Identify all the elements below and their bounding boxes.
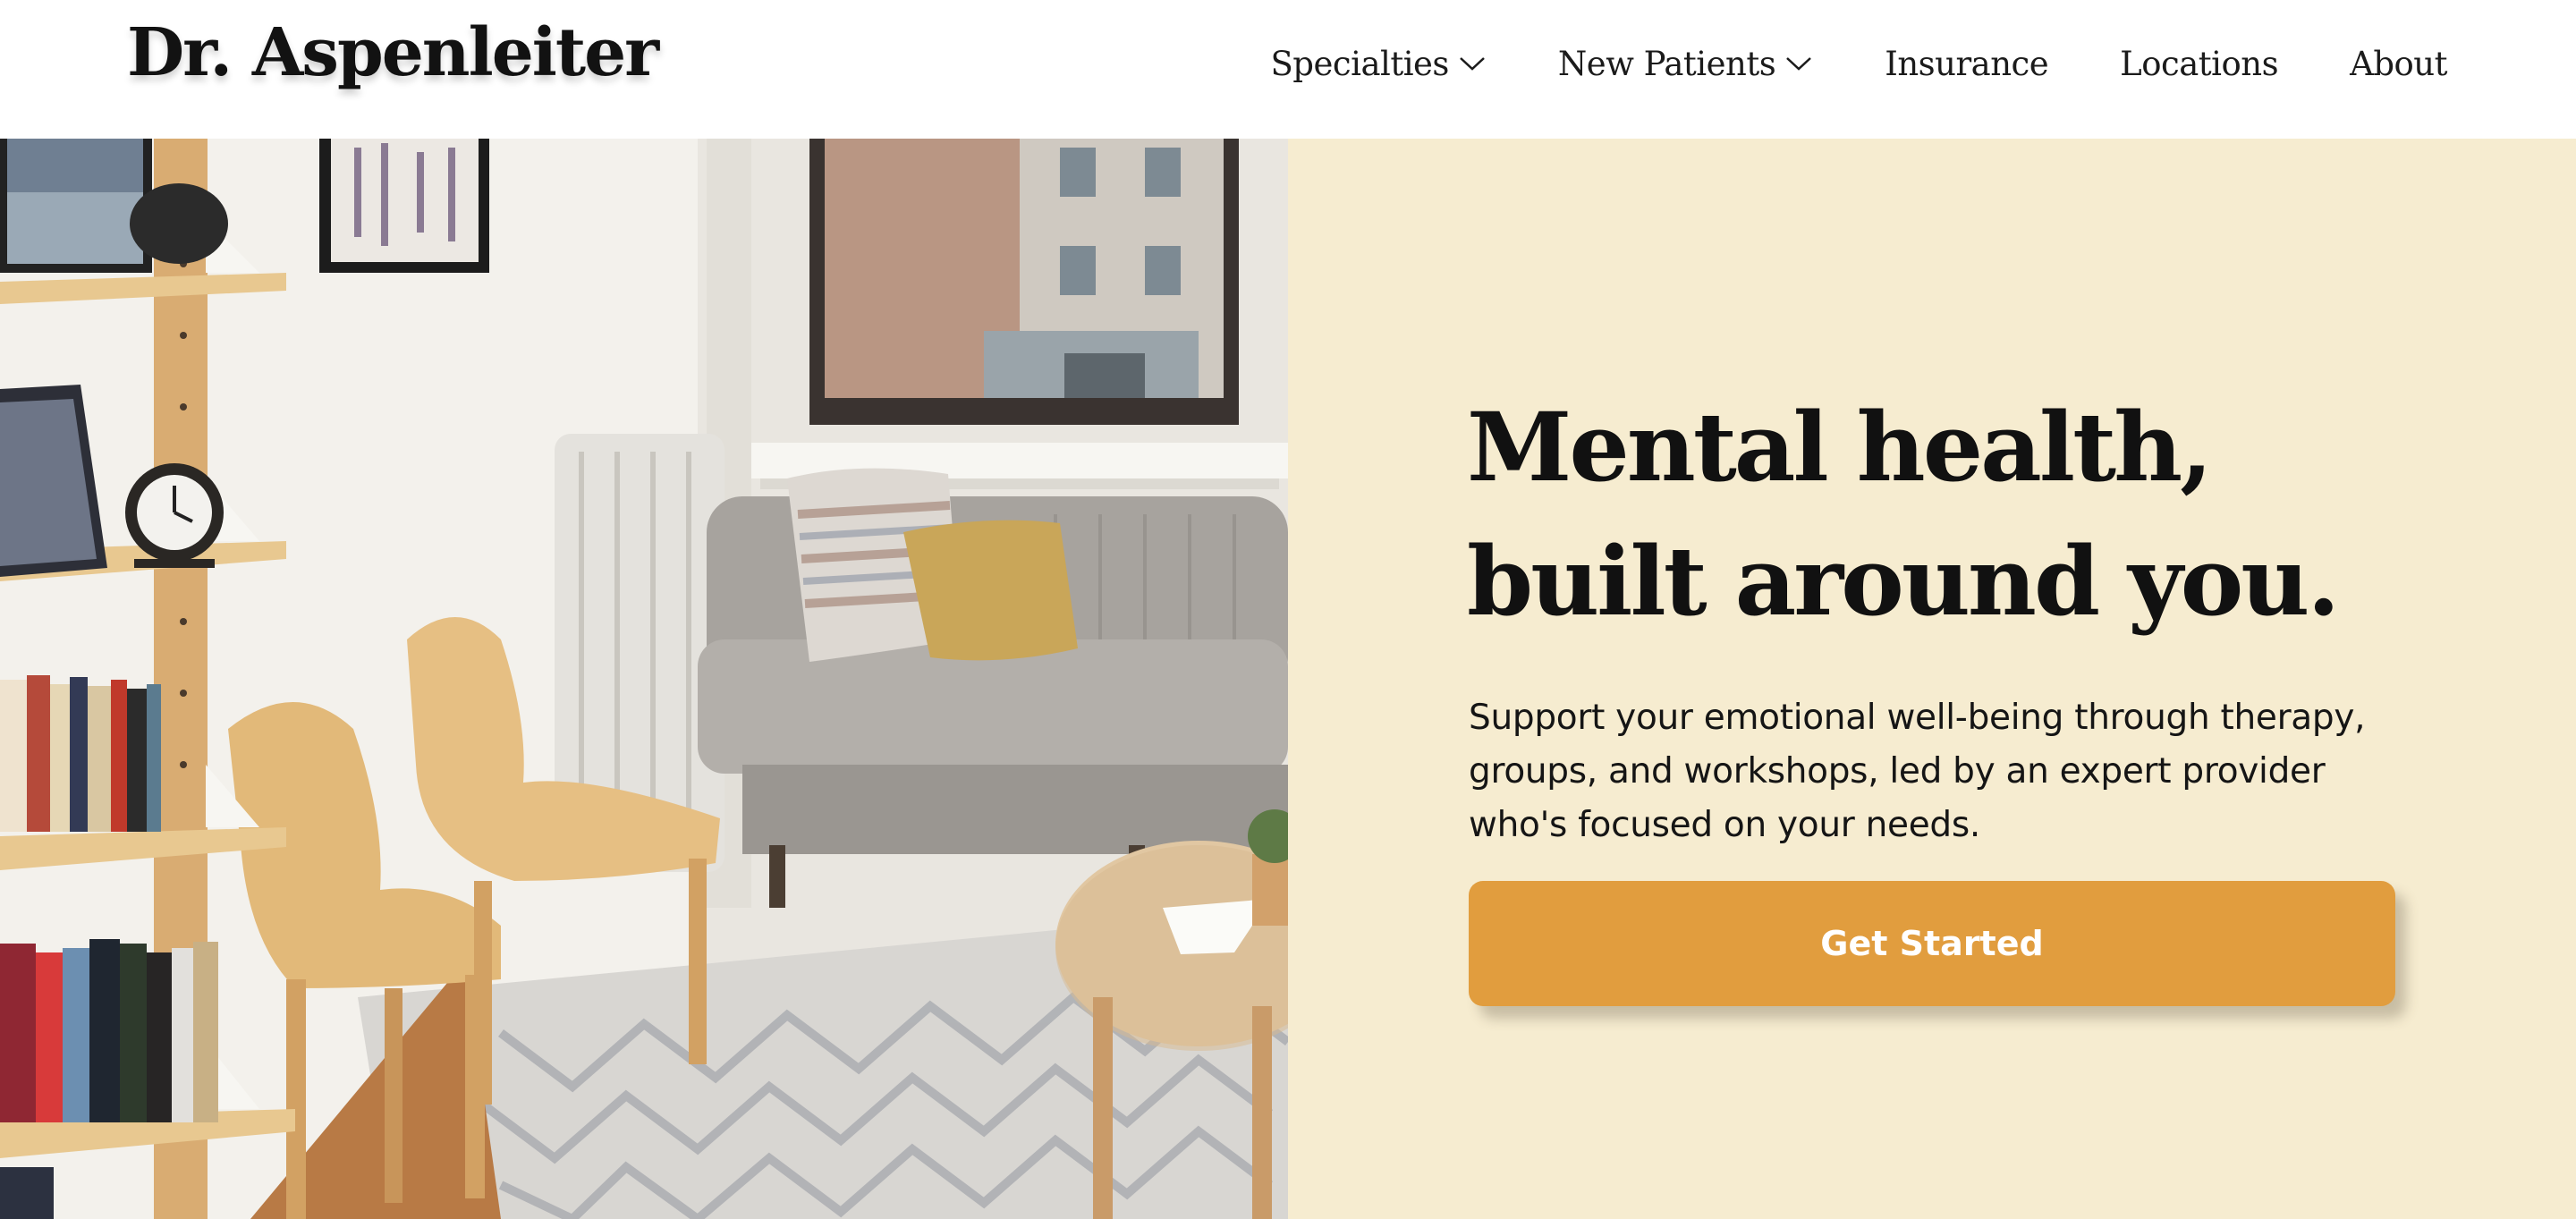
nav-item-label: Specialties (1270, 44, 1449, 83)
nav-item-locations[interactable]: Locations (2120, 45, 2278, 83)
nav-item-label: About (2350, 44, 2447, 83)
hero-subtext: Support your emotional well-being throug… (1469, 698, 2366, 845)
nav-item-label: New Patients (1557, 44, 1776, 83)
nav-item-new-patients[interactable]: New Patients (1558, 45, 1813, 83)
nav-item-insurance[interactable]: Insurance (1885, 45, 2048, 83)
hero-section: Mental health, built around you. Support… (0, 139, 2576, 1219)
hero-headline-line-1: Mental health, (1467, 391, 2213, 503)
site-logo[interactable]: Dr. Aspenleiter (127, 20, 659, 86)
nav-item-specialties[interactable]: Specialties (1270, 45, 1486, 83)
nav-item-about[interactable]: About (2350, 45, 2447, 83)
get-started-button[interactable]: Get Started (1469, 881, 2395, 1006)
hero-photo (0, 139, 1288, 1219)
hero-headline: Mental health, built around you. (1467, 380, 2340, 648)
nav-item-label: Insurance (1885, 44, 2049, 83)
chevron-down-icon (1786, 57, 1812, 71)
site-header: Dr. Aspenleiter Specialties New Patients… (0, 0, 2576, 139)
nav-item-label: Locations (2120, 44, 2279, 83)
hero-text-panel: Mental health, built around you. Support… (1288, 139, 2576, 1219)
chevron-down-icon (1460, 57, 1485, 71)
main-nav: Specialties New Patients Insurance Locat… (1270, 39, 2447, 88)
hero-headline-line-2: built around you. (1467, 525, 2340, 637)
